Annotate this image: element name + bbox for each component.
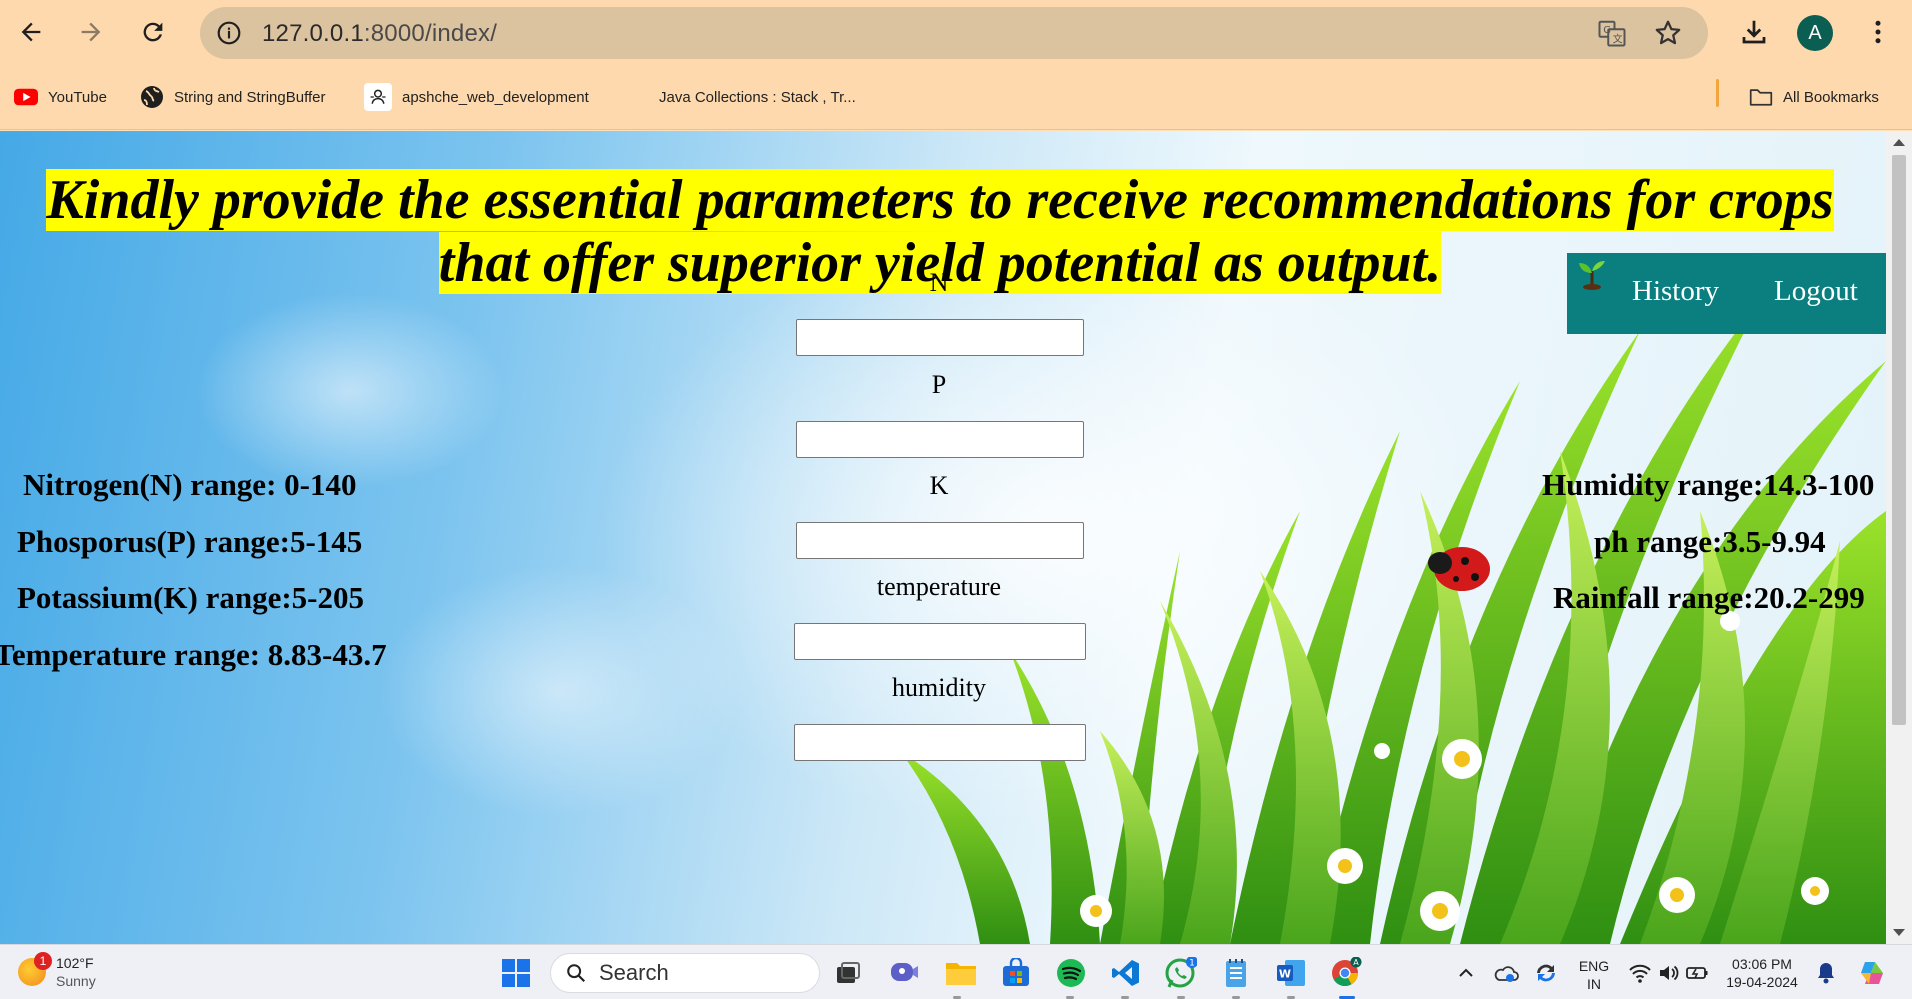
search-icon [567,964,586,983]
url-text[interactable]: 127.0.0.1:8000/index/ [262,20,497,48]
field-label-humidity: humidity [892,673,986,702]
p-input[interactable] [796,421,1084,458]
download-icon[interactable] [1736,14,1772,50]
reload-button[interactable] [133,12,173,52]
sync-icon[interactable] [1530,957,1562,989]
language-primary: ENG [1578,958,1610,974]
scroll-down-arrow-icon[interactable] [1893,929,1905,936]
forward-arrow-icon [81,22,101,42]
microsoft-store-icon[interactable] [1000,957,1032,989]
field-label-p: P [931,370,947,399]
taskbar-search[interactable]: Search [550,953,820,993]
rainfall-range: Rainfall range:20.2-299 [1553,580,1865,615]
bookmark-youtube[interactable]: YouTube [14,82,107,112]
temperature-range: Temperature range: 8.83-43.7 [0,637,387,672]
bookmark-string-stringbuffer[interactable]: String and StringBuffer [140,82,325,112]
phosphorus-range: Phosporus(P) range:5-145 [17,524,363,559]
task-view-icon[interactable] [832,957,864,989]
kebab-menu-icon[interactable] [1860,14,1896,50]
clock-date: 19-04-2024 [1726,974,1798,990]
weather-desc: Sunny [56,973,96,989]
ph-range: ph range:3.5-9.94 [1594,524,1826,559]
svg-text:G: G [1603,25,1611,36]
field-label-k: K [929,471,949,500]
bookmarks-bar: YouTube String and StringBuffer apshche_… [0,66,1912,130]
onedrive-icon[interactable] [1490,957,1522,989]
bookmarks-separator [1716,79,1719,107]
browser-toolbar: 127.0.0.1:8000/index/ G文 A [0,0,1912,66]
whatsapp-icon[interactable]: 1 [1165,957,1197,989]
temperature-input[interactable] [794,623,1086,660]
globe-icon [140,85,164,109]
sun-icon: 1 [18,952,52,986]
reload-icon [143,22,163,42]
site-info-icon[interactable] [214,18,244,48]
taskbar: 1 102°F Sunny Search 1 W A ENG IN 03:06 … [0,944,1912,999]
chevron-up-icon[interactable] [1450,957,1482,989]
bookmark-apshche-web-development[interactable]: apshche_web_development [364,82,589,112]
field-label-n: N [929,268,949,297]
youtube-icon [14,85,38,109]
history-link[interactable]: History [1632,275,1719,308]
top-nav: History Logout [1567,253,1886,334]
potassium-range: Potassium(K) range:5-205 [17,580,364,615]
spotify-icon[interactable] [1055,957,1087,989]
windows-start-icon[interactable] [500,957,532,989]
back-arrow-icon [21,22,41,42]
volume-icon[interactable] [1652,957,1684,989]
logout-link[interactable]: Logout [1774,275,1858,308]
nitrogen-range: Nitrogen(N) range: 0-140 [23,467,357,502]
folder-icon [1749,85,1773,109]
word-icon[interactable]: W [1275,957,1307,989]
weather-widget[interactable]: 1 102°F Sunny [18,952,96,990]
humidity-input[interactable] [794,724,1086,761]
whatsapp-badge: 1 [1189,959,1195,969]
back-button[interactable] [11,12,51,52]
teams-meet-icon[interactable] [888,957,920,989]
address-bar[interactable]: 127.0.0.1:8000/index/ G文 [200,7,1708,59]
clock-time: 03:06 PM [1732,956,1792,972]
bookmark-star-icon[interactable] [1653,18,1683,48]
bookmark-java-collections[interactable]: Java Collections : Stack , Tr... [659,82,856,112]
profile-avatar[interactable]: A [1797,15,1833,51]
language-indicator[interactable]: ENG IN [1574,957,1614,993]
language-region: IN [1587,976,1601,992]
all-bookmarks-label: All Bookmarks [1783,88,1879,106]
vscode-icon[interactable] [1110,957,1142,989]
battery-icon[interactable] [1682,957,1714,989]
scrollbar-thumb[interactable] [1892,155,1906,725]
page-scrollbar[interactable] [1886,131,1912,944]
url-host: 127.0.0.1 [262,20,364,47]
bookmark-label: Java Collections : Stack , Tr... [659,88,856,106]
svg-text:A: A [1353,958,1359,967]
scroll-up-arrow-icon[interactable] [1893,139,1905,146]
weather-badge: 1 [34,952,52,970]
notification-bell-icon[interactable] [1810,957,1842,989]
notepad-icon[interactable] [1220,957,1252,989]
all-bookmarks-button[interactable]: All Bookmarks [1749,82,1879,112]
file-explorer-icon[interactable] [945,957,977,989]
weather-temp: 102°F [56,955,94,971]
forward-button[interactable] [71,12,111,52]
clock[interactable]: 03:06 PM 19-04-2024 [1722,955,1802,991]
k-input[interactable] [796,522,1084,559]
humidity-range: Humidity range:14.3-100 [1542,467,1875,502]
bookmark-label: apshche_web_development [402,88,589,106]
sprout-logo-icon [1579,261,1605,290]
bookmark-label: String and StringBuffer [174,88,326,106]
svg-text:W: W [1279,968,1291,981]
search-label: Search [599,960,669,985]
page-viewport: Kindly provide the essential parameters … [0,131,1886,944]
bookmark-label: YouTube [48,88,107,106]
chrome-icon[interactable]: A [1330,957,1362,989]
svg-text:文: 文 [1613,32,1623,45]
github-icon [364,83,392,111]
field-label-temperature: temperature [876,572,1002,601]
copilot-icon[interactable] [1856,957,1888,989]
url-path: :8000/index/ [363,20,498,47]
translate-icon[interactable]: G文 [1597,18,1627,48]
n-input[interactable] [796,319,1084,356]
